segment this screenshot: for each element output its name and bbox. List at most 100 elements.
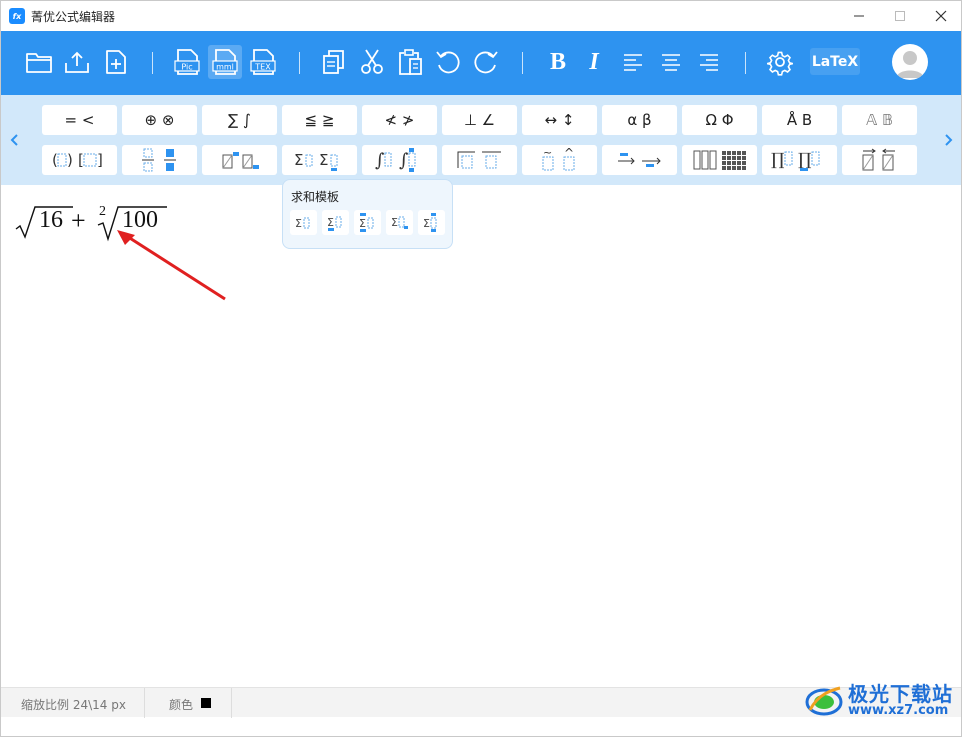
template-palette: = < ⊕ ⊗ ∑ ∫ ≦ ≧ ≮ ≯ ⊥ ∠ ↔ ↕ α β Ω Φ Å B … <box>1 95 961 185</box>
tex-file-icon: TEX <box>250 49 276 75</box>
pic-tag: Pic <box>181 63 192 72</box>
pic-file-icon: Pic <box>174 49 200 75</box>
palette-scripts[interactable] <box>202 145 277 175</box>
save-tex-button[interactable]: TEX <box>246 45 280 79</box>
svg-text:[: [ <box>78 151 84 169</box>
svg-text:Σ: Σ <box>327 216 334 229</box>
palette-sum-templates[interactable]: Σ Σ <box>282 145 357 175</box>
copy-icon <box>323 50 344 74</box>
redo-icon <box>474 51 498 74</box>
palette-negated-relations[interactable]: ≮ ≯ <box>362 105 437 135</box>
paste-button[interactable] <box>393 45 427 79</box>
palette-inequalities[interactable]: ≦ ≧ <box>282 105 357 135</box>
plus-operator: + <box>71 206 86 235</box>
svg-text:∫: ∫ <box>399 150 409 171</box>
minimize-button[interactable] <box>838 1 879 31</box>
align-right-icon <box>700 54 718 71</box>
latex-button[interactable]: LaTeX <box>810 48 860 75</box>
status-separator <box>144 688 145 718</box>
sum-template-option[interactable]: Σ <box>290 210 317 235</box>
palette-fences[interactable]: ( ) [ ] <box>42 145 117 175</box>
upload-icon <box>65 51 89 73</box>
palette-geometry[interactable]: ⊥ ∠ <box>442 105 517 135</box>
toolbar-separator <box>299 52 300 74</box>
sum-template-icon: Σ Σ <box>294 151 337 171</box>
palette-matrices[interactable] <box>682 145 757 175</box>
color-label: 颜色 <box>169 698 194 712</box>
sum-template-option[interactable]: Σ <box>386 210 413 235</box>
radicand-1: 16 <box>39 207 63 233</box>
svg-text:∏: ∏ <box>798 150 812 170</box>
palette-next-button[interactable] <box>942 131 956 149</box>
save-mml-button[interactable]: mml <box>208 45 242 79</box>
maximize-button[interactable] <box>879 1 920 31</box>
palette-big-operators[interactable]: ∑ ∫ <box>202 105 277 135</box>
sum-template-option[interactable]: Σ <box>418 210 445 235</box>
palette-operators[interactable]: ⊕ ⊗ <box>122 105 197 135</box>
palette-greek-lower[interactable]: α β <box>602 105 677 135</box>
palette-fractions[interactable] <box>122 145 197 175</box>
sum-template-option[interactable]: Σ <box>322 210 349 235</box>
palette-relations[interactable]: = < <box>42 105 117 135</box>
mml-file-icon: mml <box>212 49 238 75</box>
open-file-button[interactable] <box>22 45 56 79</box>
zoom-status: 缩放比例 24\14 px <box>21 698 126 712</box>
paste-icon <box>399 49 422 75</box>
watermark-title: 极光下载站 <box>848 681 953 706</box>
main-toolbar: Pic mml TEX B I LaTeX <box>1 31 961 95</box>
bold-button[interactable]: B <box>541 45 575 79</box>
minimize-icon <box>853 15 864 17</box>
close-button[interactable] <box>920 1 961 31</box>
palette-labeled-arrows[interactable] <box>602 145 677 175</box>
sum-template-option[interactable]: Σ <box>354 210 381 235</box>
vector-arrow-icon <box>862 148 895 171</box>
svg-text:Σ: Σ <box>294 151 303 169</box>
toolbar-separator <box>745 52 746 74</box>
palette-prev-button[interactable] <box>7 131 21 149</box>
palette-blackboard[interactable]: 𝔸 𝔹 <box>842 105 917 135</box>
overbar-icon <box>457 151 501 169</box>
chevron-right-icon <box>945 134 953 146</box>
palette-integral-templates[interactable]: ∫ ∫ <box>362 145 437 175</box>
palette-products[interactable]: ∏ ∏ <box>762 145 837 175</box>
palette-accents[interactable]: ~ ^ <box>522 145 597 175</box>
bold-label: B <box>549 48 566 75</box>
palette-greek-upper[interactable]: Ω Φ <box>682 105 757 135</box>
watermark-url: www.xz7.com <box>848 702 949 718</box>
export-button[interactable] <box>60 45 94 79</box>
fraction-icon <box>141 148 176 172</box>
cut-button[interactable] <box>355 45 389 79</box>
scripts-icon <box>222 152 259 169</box>
integral-template-icon: ∫ ∫ <box>375 148 415 172</box>
sum-subscript-icon: Σ <box>327 216 341 231</box>
align-center-button[interactable] <box>654 45 688 79</box>
palette-letters[interactable]: Å B <box>762 105 837 135</box>
align-right-button[interactable] <box>692 45 726 79</box>
palette-arrows[interactable]: ↔ ↕ <box>522 105 597 135</box>
new-file-icon <box>106 50 126 74</box>
user-avatar[interactable] <box>892 44 928 80</box>
toolbar-separator <box>522 52 523 74</box>
matrix-icon <box>693 150 746 170</box>
color-swatch[interactable] <box>201 698 211 708</box>
status-separator <box>231 688 232 718</box>
sum-limits-icon: Σ <box>359 212 373 232</box>
svg-text:): ) <box>67 151 73 169</box>
formula-editor[interactable]: 16 + 2 100 <box>1 185 961 687</box>
svg-text:Σ: Σ <box>391 216 398 229</box>
palette-overbars[interactable] <box>442 145 517 175</box>
accent-icon: ~ ^ <box>542 147 574 171</box>
palette-vector-arrows[interactable] <box>842 145 917 175</box>
svg-text:(: ( <box>52 151 58 169</box>
mml-tag: mml <box>216 63 234 72</box>
undo-button[interactable] <box>431 45 465 79</box>
save-pic-button[interactable]: Pic <box>170 45 204 79</box>
align-left-button[interactable] <box>616 45 650 79</box>
redo-button[interactable] <box>469 45 503 79</box>
settings-button[interactable] <box>763 45 797 79</box>
app-window: fx 菁优公式编辑器 Pic mml TEX B I LaTeX = < ⊕ ⊗… <box>0 0 962 737</box>
italic-button[interactable]: I <box>577 45 611 79</box>
copy-button[interactable] <box>317 45 351 79</box>
new-file-button[interactable] <box>99 45 133 79</box>
status-bar: 缩放比例 24\14 px 颜色 极光下载站 www.xz7.com <box>1 681 961 718</box>
